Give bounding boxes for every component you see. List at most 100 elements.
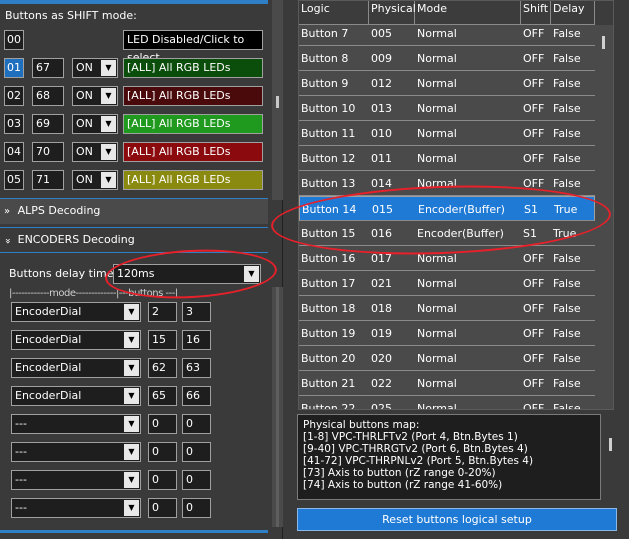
table-row[interactable]: Button 21 022 Normal OFF False <box>299 371 595 396</box>
encoder-button-a-input[interactable]: 15 <box>148 330 177 350</box>
encoder-button-b-input[interactable]: 0 <box>182 470 211 490</box>
shift-state-select[interactable]: ON ▼ <box>72 170 118 190</box>
shift-button-number-input[interactable]: 68 <box>32 86 64 106</box>
shift-button-number-input[interactable]: 71 <box>32 170 64 190</box>
encoder-button-b-input[interactable]: 63 <box>182 358 211 378</box>
table-row[interactable]: Button 13 014 Normal OFF False <box>299 171 595 196</box>
led-select-button[interactable]: [ALL] All RGB LEDs <box>123 142 263 162</box>
cell-shift: OFF <box>523 102 545 115</box>
shift-button-number-input[interactable]: 70 <box>32 142 64 162</box>
cell-shift: OFF <box>523 127 545 140</box>
encoder-mode-select[interactable]: --- ▼ <box>11 498 141 518</box>
encoder-button-a-input[interactable]: 2 <box>148 302 177 322</box>
delay-timer-value: 120ms <box>117 267 155 280</box>
encoder-button-b-input[interactable]: 66 <box>182 386 211 406</box>
delay-timer-select[interactable]: 120ms ▼ <box>113 264 261 284</box>
shift-state-select[interactable]: ON ▼ <box>72 86 118 106</box>
table-scrollbar[interactable] <box>595 25 613 409</box>
shift-index[interactable]: 05 <box>4 170 24 190</box>
table-row[interactable]: Button 12 011 Normal OFF False <box>299 146 595 171</box>
encoder-button-b-input[interactable]: 0 <box>182 442 211 462</box>
encoder-button-a-input[interactable]: 0 <box>148 414 177 434</box>
cell-delay: False <box>553 327 581 340</box>
led-select-button[interactable]: [ALL] All RGB LEDs <box>123 86 263 106</box>
cell-physical: 013 <box>371 102 392 115</box>
led-disabled-button[interactable]: LED Disabled/Click to select <box>123 30 263 64</box>
encoder-button-a-input[interactable]: 0 <box>148 442 177 462</box>
shift-index[interactable]: 01 <box>4 58 24 78</box>
encoder-button-b-input[interactable]: 0 <box>182 414 211 434</box>
encoder-mode-value: --- <box>15 473 27 486</box>
shift-state-select[interactable]: ON ▼ <box>72 114 118 134</box>
expand-icon: » <box>4 206 11 217</box>
encoder-button-b-input[interactable]: 0 <box>182 498 211 518</box>
cell-delay: False <box>553 277 581 290</box>
shift-index[interactable]: 03 <box>4 114 24 134</box>
encoder-button-b-input[interactable]: 3 <box>182 302 211 322</box>
cell-delay: False <box>553 252 581 265</box>
shift-state-select[interactable]: ON ▼ <box>72 142 118 162</box>
encoder-mode-select[interactable]: EncoderDial ▼ <box>11 386 141 406</box>
encoders-decoding-header[interactable]: » ENCODERS Decoding <box>0 227 268 253</box>
encoder-mode-select[interactable]: EncoderDial ▼ <box>11 330 141 350</box>
encoder-button-a-input[interactable]: 0 <box>148 498 177 518</box>
table-row[interactable]: Button 9 012 Normal OFF False <box>299 71 595 96</box>
cell-delay: True <box>553 227 577 240</box>
shift-scrollbar[interactable] <box>272 0 283 200</box>
scroll-thumb[interactable] <box>609 438 612 451</box>
encoder-button-a-input[interactable]: 62 <box>148 358 177 378</box>
table-row[interactable]: Button 17 021 Normal OFF False <box>299 271 595 296</box>
chevron-down-icon: ▼ <box>244 266 259 282</box>
shift-state-select[interactable]: ON ▼ <box>72 58 118 78</box>
cell-shift: OFF <box>523 27 545 40</box>
chevron-down-icon: ▼ <box>124 472 139 488</box>
table-row[interactable]: Button 7 005 Normal OFF False <box>299 21 595 46</box>
bottom-accent-line <box>0 530 268 533</box>
cell-logic: Button 16 <box>301 252 356 265</box>
cell-shift: S1 <box>524 203 538 216</box>
cell-mode: Normal <box>417 177 457 190</box>
cell-mode: Normal <box>417 352 457 365</box>
shift-index[interactable]: 02 <box>4 86 24 106</box>
encoder-mode-select[interactable]: --- ▼ <box>11 442 141 462</box>
chevron-down-icon: ▼ <box>124 304 139 320</box>
chevron-down-icon: ▼ <box>101 116 116 132</box>
scroll-thumb[interactable] <box>602 36 605 49</box>
scroll-thumb[interactable] <box>276 287 279 527</box>
table-row[interactable]: Button 18 018 Normal OFF False <box>299 296 595 321</box>
encoder-mode-select[interactable]: --- ▼ <box>11 414 141 434</box>
led-select-button[interactable]: [ALL] All RGB LEDs <box>123 114 263 134</box>
table-row[interactable]: Button 10 013 Normal OFF False <box>299 96 595 121</box>
scroll-thumb[interactable] <box>276 96 279 108</box>
encoder-mode-select[interactable]: EncoderDial ▼ <box>11 358 141 378</box>
alps-decoding-header[interactable]: » ALPS Decoding <box>0 198 268 224</box>
chevron-down-icon: ▼ <box>101 60 116 76</box>
shift-index[interactable]: 04 <box>4 142 24 162</box>
map-scrollbar[interactable] <box>603 414 617 500</box>
chevron-down-icon: ▼ <box>101 88 116 104</box>
chevron-down-icon: ▼ <box>124 332 139 348</box>
encoder-button-a-input[interactable]: 65 <box>148 386 177 406</box>
shift-button-number-input[interactable]: 69 <box>32 114 64 134</box>
table-row[interactable]: Button 20 020 Normal OFF False <box>299 346 595 371</box>
cell-shift: OFF <box>523 252 545 265</box>
encoder-mode-select[interactable]: --- ▼ <box>11 470 141 490</box>
table-row[interactable]: Button 14 015 Encoder(Buffer) S1 True <box>299 196 595 221</box>
encoder-button-a-input[interactable]: 0 <box>148 470 177 490</box>
table-row[interactable]: Button 16 017 Normal OFF False <box>299 246 595 271</box>
table-row[interactable]: Button 15 016 Encoder(Buffer) S1 True <box>299 221 595 246</box>
encoder-mode-select[interactable]: EncoderDial ▼ <box>11 302 141 322</box>
table-row[interactable]: Button 22 025 Normal OFF False <box>299 396 595 410</box>
table-row[interactable]: Button 8 009 Normal OFF False <box>299 46 595 71</box>
encoder-button-b-input[interactable]: 16 <box>182 330 211 350</box>
cell-logic: Button 22 <box>301 402 356 410</box>
shift-index-00[interactable]: 00 <box>4 30 24 50</box>
table-row[interactable]: Button 19 019 Normal OFF False <box>299 321 595 346</box>
encoders-scrollbar[interactable] <box>272 287 283 527</box>
led-select-button[interactable]: [ALL] All RGB LEDs <box>123 170 263 190</box>
reset-logical-setup-button[interactable]: Reset buttons logical setup <box>297 508 617 531</box>
led-select-button[interactable]: [ALL] All RGB LEDs <box>123 58 263 78</box>
shift-button-number-input[interactable]: 67 <box>32 58 64 78</box>
table-row[interactable]: Button 11 010 Normal OFF False <box>299 121 595 146</box>
cell-physical: 016 <box>371 227 392 240</box>
